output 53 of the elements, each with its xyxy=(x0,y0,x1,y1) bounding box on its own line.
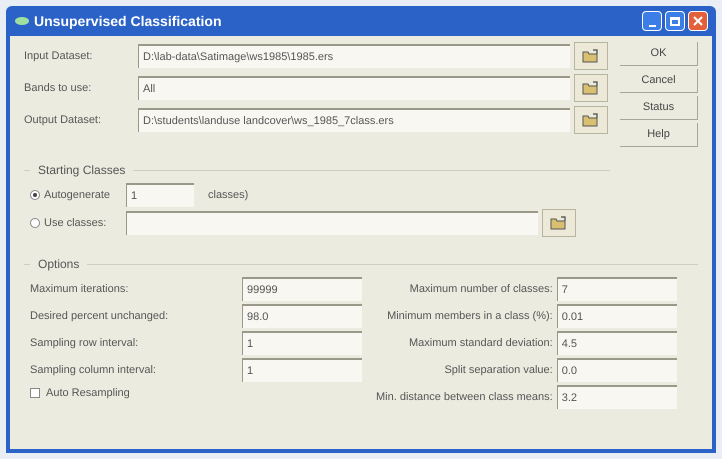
field-label: Output Dataset: xyxy=(24,112,102,128)
field-label: Bands to use: xyxy=(24,80,92,96)
folder-icon xyxy=(582,80,600,96)
option-label: Maximum iterations: xyxy=(30,282,130,297)
option-label: Maximum number of classes: xyxy=(410,282,554,297)
input-field[interactable] xyxy=(126,211,538,235)
dialog-button[interactable]: Help xyxy=(620,123,698,147)
folder-icon xyxy=(550,215,568,231)
close-button[interactable] xyxy=(688,11,708,31)
checkbox[interactable] xyxy=(30,388,40,398)
option-label: Min. distance between class means: xyxy=(376,390,554,405)
option-label: Minimum members in a class (%): xyxy=(387,308,554,324)
dialog-button[interactable]: Cancel xyxy=(620,69,698,93)
option-label: Split separation value: xyxy=(444,362,554,378)
radio-label: Use classes: xyxy=(44,216,108,231)
option-label: Sampling column interval: xyxy=(30,362,157,378)
input-field[interactable]: 3.2 xyxy=(556,385,677,409)
browse-button[interactable] xyxy=(574,74,608,102)
close-icon xyxy=(693,16,703,26)
folder-icon xyxy=(582,48,600,64)
group-title: Options xyxy=(37,256,80,273)
field-suffix: classes) xyxy=(208,188,248,203)
input-field[interactable]: D:\lab-data\Satimage\ws1985\1985.ers xyxy=(138,44,570,68)
option-label: Sampling row interval: xyxy=(30,336,140,351)
input-field[interactable]: 1 xyxy=(126,183,194,207)
input-field[interactable]: 4.5 xyxy=(556,331,677,355)
folder-icon xyxy=(582,112,600,128)
dialog-button[interactable]: Status xyxy=(620,96,698,120)
input-field[interactable]: 98.0 xyxy=(242,304,362,328)
minimize-button[interactable] xyxy=(642,11,662,31)
radio-label: Autogenerate xyxy=(44,188,112,203)
browse-button[interactable] xyxy=(574,106,608,134)
radio-button[interactable] xyxy=(30,190,40,200)
radio-button[interactable] xyxy=(30,218,40,228)
input-field[interactable]: 1 xyxy=(242,358,362,382)
input-field[interactable]: D:\students\landuse landcover\ws_1985_7class.ers xyxy=(138,108,570,132)
option-label: Desired percent unchanged: xyxy=(30,308,170,324)
checkbox-label: Auto Resampling xyxy=(46,386,130,401)
input-field[interactable]: All xyxy=(138,76,570,100)
maximize-button[interactable] xyxy=(665,11,685,31)
input-field[interactable]: 0.01 xyxy=(556,304,677,328)
option-label: Maximum standard deviation: xyxy=(409,336,554,351)
input-field[interactable]: 99999 xyxy=(242,277,362,301)
field-label: Input Dataset: xyxy=(24,48,94,64)
input-field[interactable]: 0.0 xyxy=(556,358,677,382)
group-title: Starting Classes xyxy=(37,162,126,179)
window-title: Unsupervised Classification xyxy=(34,12,222,31)
browse-button[interactable] xyxy=(542,209,576,237)
browse-button[interactable] xyxy=(574,42,608,70)
app-icon xyxy=(14,16,30,26)
input-field[interactable]: 1 xyxy=(242,331,362,355)
input-field[interactable]: 7 xyxy=(556,277,677,301)
dialog-button[interactable]: OK xyxy=(620,42,698,66)
